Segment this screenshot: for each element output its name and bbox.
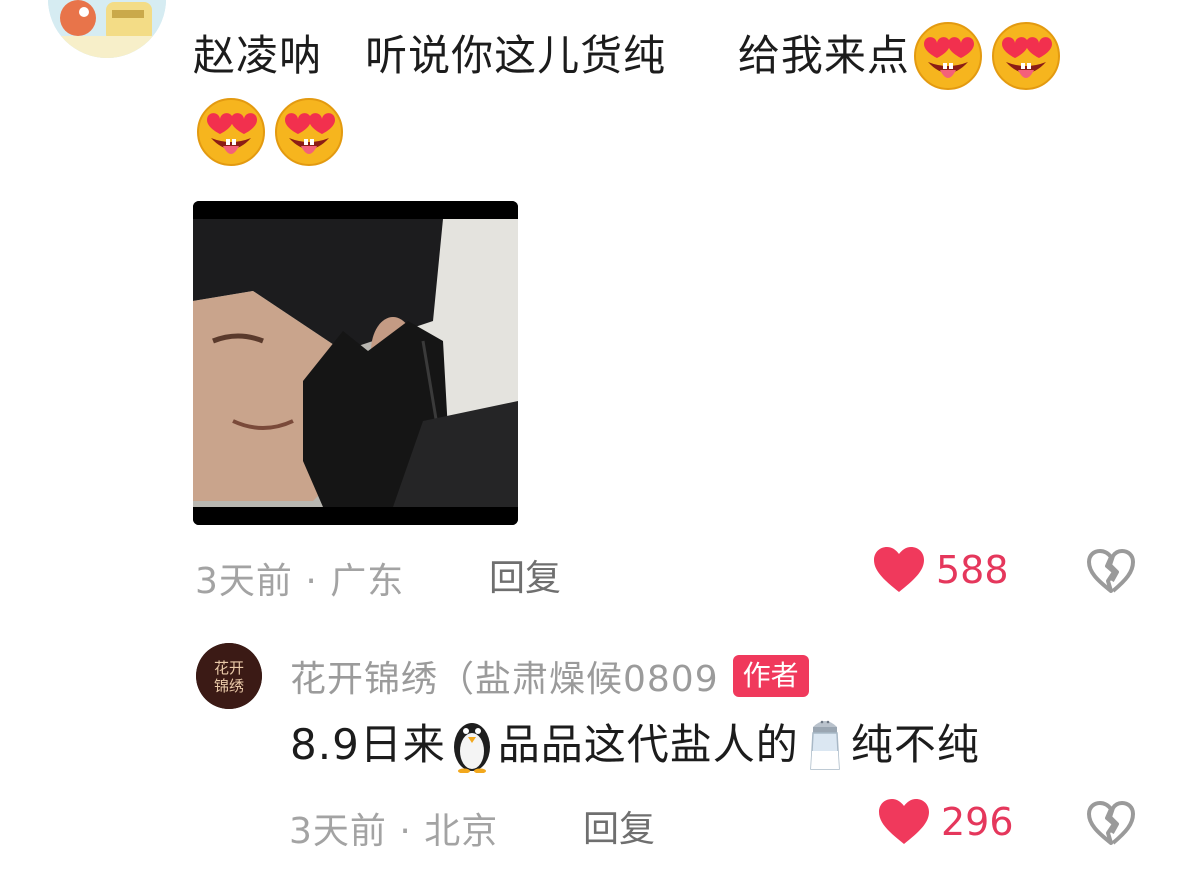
reply-like-button[interactable]: 296 [877,798,1014,846]
comment-text-part: 赵凌呐 [193,31,323,80]
heart-eyes-tongue-emoji [988,16,1064,92]
reply-to-reply-button[interactable]: 回复 [583,800,655,852]
broken-heart-icon [1087,801,1135,845]
reply-text: 8.9日来 品品这代盐人的 纯不纯 [290,712,980,778]
heart-eyes-tongue-emoji [193,92,269,168]
comment-text-part: 听说你这儿货纯 [365,31,667,80]
reply-text-part: 纯不纯 [850,720,980,769]
commenter-avatar[interactable] [48,0,166,58]
heart-eyes-tongue-emoji [271,92,347,168]
heart-eyes-tongue-emoji [910,16,986,92]
reply-author-avatar[interactable]: 花开 锦绣 [196,643,262,709]
svg-text:花开: 花开 [214,659,244,677]
reply-like-count: 296 [941,800,1014,844]
like-button[interactable]: 588 [872,546,1009,594]
reply-author-row: 花开锦绣（盐肃燥候0809 作者 [290,650,809,702]
comment-image[interactable] [193,201,518,525]
reply-text-part: 8.9日来 [290,720,446,769]
comment-meta: 3天前 · 广东 [195,561,405,602]
like-count: 588 [936,548,1009,592]
comment-text-part: 给我来点 [737,31,910,80]
dislike-button[interactable] [1086,548,1136,598]
penguin-emoji [448,713,496,774]
svg-text:锦绣: 锦绣 [214,677,244,695]
reply-dislike-button[interactable] [1086,800,1136,850]
author-badge: 作者 [732,655,809,697]
reply-author-name[interactable]: 花开锦绣（盐肃燥候0809 [290,650,719,702]
heart-icon [874,547,924,592]
heart-icon [879,799,929,844]
reply-button[interactable]: 回复 [489,549,561,601]
comment-text: 赵凌呐 听说你这儿货纯 给我来点 [193,16,1153,168]
broken-heart-icon [1087,549,1135,593]
salt-shaker-emoji [801,713,849,773]
reply-meta: 3天前 · 北京 [289,811,499,852]
reply-text-part: 品品这代盐人的 [497,720,799,769]
